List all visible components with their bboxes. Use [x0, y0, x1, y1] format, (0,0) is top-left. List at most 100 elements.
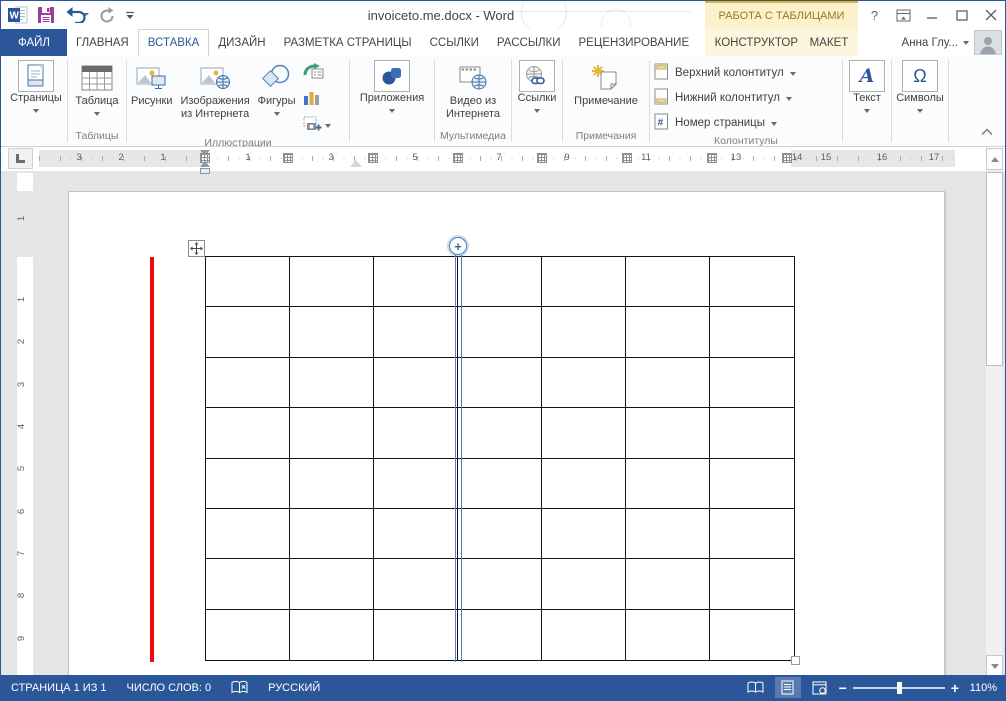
table-cell[interactable] — [626, 357, 710, 409]
table-cell[interactable] — [458, 307, 542, 358]
table-cell[interactable] — [290, 408, 374, 459]
scroll-up-button[interactable] — [986, 148, 1003, 170]
table-cell[interactable] — [206, 408, 290, 459]
tab-insert[interactable]: ВСТАВКА — [137, 29, 210, 56]
table-cell[interactable] — [206, 559, 290, 610]
footer-button[interactable]: Нижний колонтитул — [650, 87, 800, 109]
header-button[interactable]: Верхний колонтитул — [650, 62, 800, 84]
scrollbar-thumb[interactable] — [986, 172, 1003, 366]
hanging-indent-marker[interactable] — [200, 161, 210, 167]
undo-icon[interactable] — [64, 3, 90, 27]
table-cell[interactable] — [374, 458, 458, 509]
table-cell[interactable] — [626, 307, 710, 358]
customize-qat-icon[interactable] — [125, 3, 135, 27]
table-cell[interactable] — [290, 357, 374, 409]
table-cell[interactable] — [626, 609, 710, 660]
table-cell[interactable] — [290, 559, 374, 610]
tab-home[interactable]: ГЛАВНАЯ — [67, 29, 138, 56]
table-column-marker[interactable] — [283, 153, 293, 163]
user-account[interactable]: Анна Глу... — [902, 29, 1002, 56]
symbols-button[interactable]: Ω Символы — [892, 58, 948, 115]
help-button[interactable]: ? — [860, 1, 889, 29]
table-cell[interactable] — [374, 508, 458, 560]
table-cell[interactable] — [542, 559, 626, 610]
table-cell[interactable] — [290, 257, 374, 308]
table-cell[interactable] — [458, 357, 542, 409]
left-indent-marker[interactable] — [200, 168, 210, 174]
insert-column-button[interactable]: + — [447, 235, 469, 257]
tab-selector-button[interactable] — [8, 148, 33, 169]
table-cell[interactable] — [290, 508, 374, 560]
zoom-slider[interactable] — [852, 681, 945, 694]
table-cell[interactable] — [710, 408, 794, 459]
word-count[interactable]: ЧИСЛО СЛОВ: 0 — [117, 682, 222, 694]
tab-review[interactable]: РЕЦЕНЗИРОВАНИЕ — [570, 29, 699, 56]
vertical-ruler[interactable]: 1 1 2 3 4 5 6 7 8 9 — [16, 173, 33, 677]
table-column-marker[interactable] — [782, 153, 792, 163]
tab-table-layout[interactable]: МАКЕТ — [808, 37, 851, 49]
table-cell[interactable] — [626, 508, 710, 560]
pictures-button[interactable]: Рисунки — [127, 58, 177, 110]
chart-icon[interactable] — [303, 89, 320, 111]
zoom-in-button[interactable]: + — [951, 681, 959, 695]
table-cell[interactable] — [374, 609, 458, 660]
table-cell[interactable] — [458, 609, 542, 660]
table-cell[interactable] — [710, 610, 794, 660]
table-cell[interactable] — [542, 257, 626, 308]
tab-page-layout[interactable]: РАЗМЕТКА СТРАНИЦЫ — [275, 29, 421, 56]
tab-design[interactable]: ДИЗАЙН — [209, 29, 274, 56]
table-button[interactable]: Таблица — [71, 58, 122, 118]
tab-file[interactable]: ФАЙЛ — [1, 29, 67, 56]
web-layout-button[interactable] — [807, 677, 833, 698]
first-line-indent-marker[interactable] — [200, 150, 210, 156]
table-cell[interactable] — [458, 257, 542, 308]
table-cell[interactable] — [458, 458, 542, 509]
table-cell[interactable] — [542, 357, 626, 409]
table-cell[interactable] — [710, 307, 794, 358]
table-cell[interactable] — [626, 408, 710, 459]
comment-button[interactable]: Примечание — [570, 58, 642, 110]
minimize-button[interactable] — [918, 1, 947, 29]
page-indicator[interactable]: СТРАНИЦА 1 ИЗ 1 — [1, 682, 117, 694]
table-cell[interactable] — [458, 508, 542, 560]
table-cell[interactable] — [290, 307, 374, 358]
table-cell[interactable] — [206, 307, 290, 358]
scroll-down-button[interactable] — [986, 655, 1003, 677]
tab-table-design[interactable]: КОНСТРУКТОР — [713, 37, 800, 49]
table-cell[interactable] — [710, 459, 794, 509]
table-resize-handle[interactable] — [791, 656, 800, 665]
table-column-marker[interactable] — [453, 153, 463, 163]
table-column-marker[interactable] — [622, 153, 632, 163]
table-cell[interactable] — [710, 559, 794, 610]
links-button[interactable]: Ссылки — [514, 58, 561, 115]
proofing-status[interactable] — [221, 680, 258, 695]
vertical-scrollbar[interactable] — [986, 148, 1003, 677]
table-cell[interactable] — [206, 357, 290, 409]
apps-button[interactable]: Приложения — [356, 58, 428, 115]
close-button[interactable] — [976, 1, 1005, 29]
table-cell[interactable] — [542, 508, 626, 560]
table-cell[interactable] — [710, 358, 794, 409]
user-avatar[interactable] — [974, 30, 1002, 55]
table-cell[interactable] — [374, 257, 458, 308]
print-layout-button[interactable] — [774, 677, 801, 698]
table-cell[interactable] — [290, 609, 374, 660]
table-cell[interactable] — [710, 509, 794, 560]
horizontal-ruler[interactable]: 3 2 1 1 3 5 7 9 11 13 14 15 16 17 — [39, 150, 955, 174]
maximize-button[interactable] — [947, 1, 976, 29]
shapes-button[interactable]: Фигуры — [254, 58, 300, 118]
table-cell[interactable] — [458, 559, 542, 610]
zoom-slider-thumb[interactable] — [896, 681, 902, 694]
table-cell[interactable] — [542, 408, 626, 459]
table-cell[interactable] — [374, 357, 458, 409]
tab-references[interactable]: ССЫЛКИ — [421, 29, 488, 56]
language-indicator[interactable]: РУССКИЙ — [258, 682, 330, 694]
user-menu-caret-icon[interactable] — [963, 40, 969, 45]
table-move-handle[interactable] — [188, 240, 205, 257]
save-icon[interactable] — [37, 3, 55, 27]
pages-button[interactable]: Страницы — [6, 58, 66, 115]
table-cell[interactable] — [206, 458, 290, 509]
table-cell[interactable] — [626, 257, 710, 308]
table-cell[interactable] — [290, 458, 374, 509]
table-column-marker[interactable] — [707, 153, 717, 163]
